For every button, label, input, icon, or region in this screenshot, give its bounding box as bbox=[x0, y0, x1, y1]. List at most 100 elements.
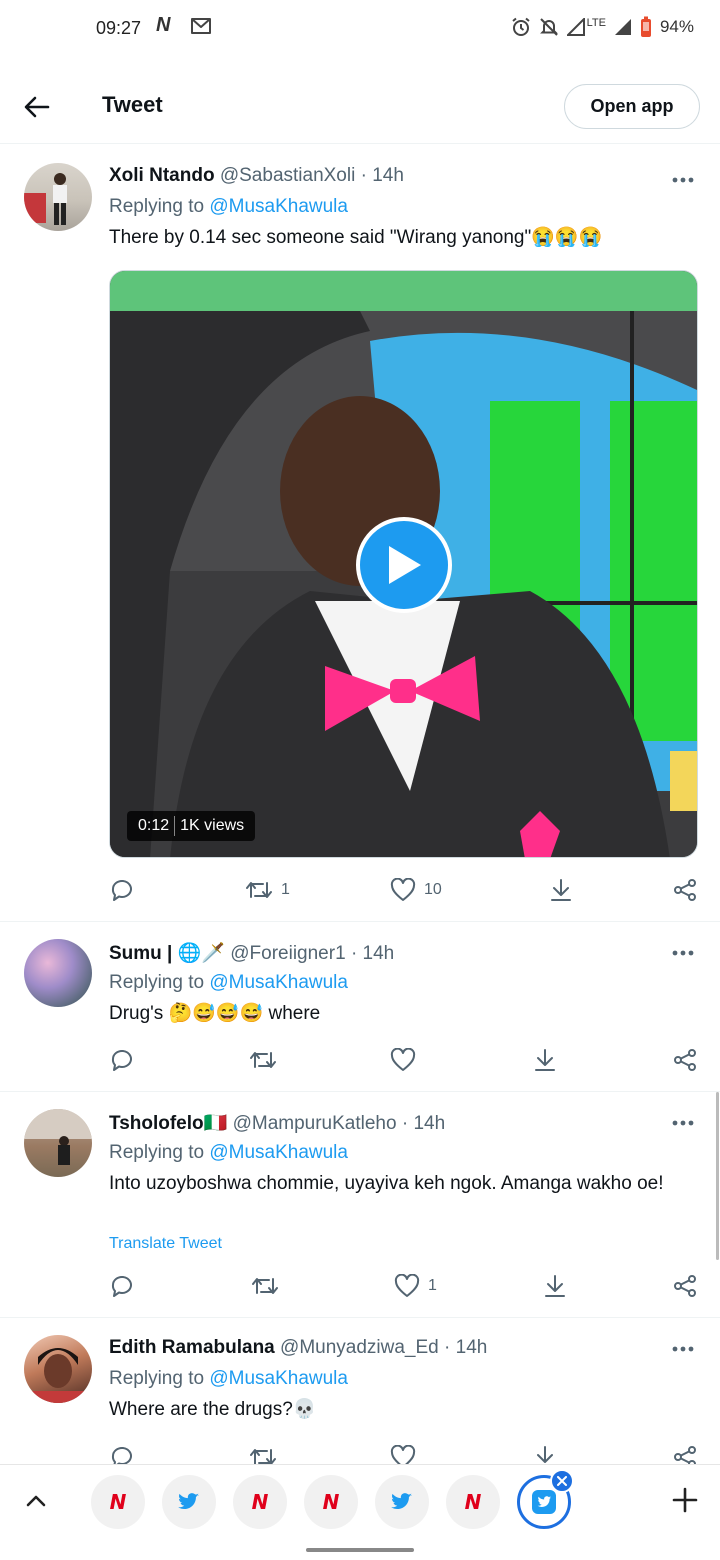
replying-to: Replying to @MusaKhawula bbox=[109, 972, 348, 994]
status-time: 09:27 bbox=[96, 18, 142, 38]
avatar-image bbox=[24, 1348, 92, 1403]
share-button[interactable] bbox=[673, 1045, 697, 1075]
author-name[interactable]: Tsholofelo🇮🇹 bbox=[109, 1113, 227, 1134]
tweet-reply[interactable]: Edith Ramabulana @Munyadziwa_Ed · 14h Re… bbox=[0, 1318, 720, 1464]
tweet-reply[interactable]: Sumu | 🌐🗡️ @Foreiigner1 · 14h Replying t… bbox=[0, 922, 720, 1092]
replying-to: Replying to @MusaKhawula bbox=[109, 1142, 348, 1164]
retweet-button[interactable] bbox=[249, 1045, 277, 1075]
play-icon bbox=[389, 546, 421, 584]
like-button[interactable] bbox=[390, 1045, 416, 1075]
avatar-image bbox=[24, 1109, 92, 1165]
retweet-icon bbox=[246, 882, 272, 898]
mention-link[interactable]: @MusaKhawula bbox=[209, 1142, 348, 1163]
share-download-button[interactable] bbox=[543, 1271, 567, 1301]
back-button[interactable] bbox=[20, 90, 54, 124]
heart-icon bbox=[390, 1445, 416, 1464]
retweet-icon bbox=[250, 1449, 276, 1464]
author-handle[interactable]: @Foreiigner1 bbox=[230, 943, 345, 964]
like-button[interactable]: 1 bbox=[394, 1271, 437, 1301]
gesture-bar[interactable] bbox=[306, 1548, 414, 1552]
share-download-button[interactable] bbox=[533, 1045, 557, 1075]
new-tab-plus-icon[interactable] bbox=[670, 1485, 700, 1515]
replying-to: Replying to @MusaKhawula bbox=[109, 1368, 348, 1390]
replying-label: Replying to bbox=[109, 972, 205, 993]
tab-twitter[interactable] bbox=[375, 1475, 429, 1529]
reply-button[interactable] bbox=[109, 1271, 135, 1301]
translate-tweet-link[interactable]: Translate Tweet bbox=[109, 1235, 222, 1253]
avatar-image bbox=[24, 173, 67, 225]
tweet-time[interactable]: 14h bbox=[363, 943, 395, 964]
share-button[interactable] bbox=[673, 1271, 697, 1301]
retweet-button[interactable] bbox=[249, 1442, 277, 1464]
status-bar: 09:27 N LTE 94% bbox=[0, 0, 720, 60]
replying-label: Replying to bbox=[109, 1368, 205, 1389]
mention-link[interactable]: @MusaKhawula bbox=[209, 1368, 348, 1389]
signal-icon bbox=[566, 18, 585, 36]
video-duration: 0:12 bbox=[138, 817, 170, 834]
share-download-button[interactable] bbox=[549, 875, 573, 905]
more-icon[interactable] bbox=[670, 1116, 696, 1130]
tweet-reply[interactable]: Tsholofelo🇮🇹 @MampuruKatleho · 14h Reply… bbox=[0, 1092, 720, 1318]
tab-ntv[interactable]: N bbox=[233, 1475, 287, 1529]
avatar[interactable] bbox=[24, 939, 92, 1007]
tweet-time[interactable]: 14h bbox=[413, 1113, 445, 1134]
tab-ntv[interactable]: N bbox=[304, 1475, 358, 1529]
download-icon bbox=[551, 879, 571, 901]
more-icon[interactable] bbox=[670, 946, 696, 960]
avatar[interactable] bbox=[24, 1335, 92, 1403]
author-handle[interactable]: @MampuruKatleho bbox=[233, 1113, 397, 1134]
tweet-text: Where are the drugs?💀 bbox=[109, 1399, 317, 1420]
download-icon bbox=[545, 1275, 565, 1297]
reply-icon bbox=[111, 1446, 132, 1464]
author-handle[interactable]: @SabastianXoli bbox=[220, 165, 355, 186]
avatar[interactable] bbox=[24, 163, 92, 231]
like-button[interactable]: 10 bbox=[390, 875, 442, 905]
share-button[interactable] bbox=[673, 1442, 697, 1464]
tweet-meta: Sumu | 🌐🗡️ @Foreiigner1 · 14h bbox=[109, 941, 394, 965]
twitter-app-icon bbox=[532, 1490, 556, 1514]
mention-link[interactable]: @MusaKhawula bbox=[209, 196, 348, 217]
tab-ntv[interactable]: N bbox=[91, 1475, 145, 1529]
tab-ntv[interactable]: N bbox=[446, 1475, 500, 1529]
video-player[interactable]: 0:12 1K views bbox=[109, 270, 698, 858]
meta-dot: · bbox=[350, 943, 358, 964]
tweet-time[interactable]: 14h bbox=[372, 165, 404, 186]
signal-icon-2 bbox=[614, 19, 631, 35]
more-icon[interactable] bbox=[670, 1342, 696, 1356]
open-app-button[interactable]: Open app bbox=[564, 84, 700, 129]
tab-twitter[interactable] bbox=[162, 1475, 216, 1529]
heart-icon bbox=[390, 1048, 416, 1071]
reply-icon bbox=[111, 879, 132, 901]
chevron-up-icon[interactable] bbox=[22, 1487, 50, 1515]
share-button[interactable] bbox=[673, 875, 697, 905]
reply-icon bbox=[111, 1275, 132, 1297]
play-button[interactable] bbox=[356, 517, 452, 613]
arrow-left-icon bbox=[24, 96, 50, 118]
retweet-button[interactable]: 1 bbox=[245, 875, 290, 905]
status-icons: LTE 94% bbox=[511, 16, 694, 38]
like-button[interactable] bbox=[390, 1442, 416, 1464]
share-icon bbox=[674, 1446, 696, 1464]
author-name[interactable]: Sumu | 🌐🗡️ bbox=[109, 943, 225, 964]
twitter-bird-icon bbox=[178, 1493, 199, 1510]
avatar[interactable] bbox=[24, 1109, 92, 1177]
tweet-reply[interactable]: Xoli Ntando @SabastianXoli · 14h Replyin… bbox=[0, 145, 720, 922]
mention-link[interactable]: @MusaKhawula bbox=[209, 972, 348, 993]
reply-button[interactable] bbox=[109, 1442, 135, 1464]
scrollbar-thumb[interactable] bbox=[716, 1092, 719, 1260]
reply-button[interactable] bbox=[109, 1045, 135, 1075]
retweet-button[interactable] bbox=[251, 1271, 279, 1301]
close-tab-button[interactable] bbox=[550, 1469, 574, 1493]
share-download-button[interactable] bbox=[533, 1442, 557, 1464]
meta-dot: · bbox=[444, 1337, 451, 1358]
author-name[interactable]: Xoli Ntando bbox=[109, 165, 215, 186]
author-handle[interactable]: @Munyadziwa_Ed bbox=[280, 1337, 439, 1358]
reply-button[interactable] bbox=[109, 875, 135, 905]
page-title: Tweet bbox=[102, 92, 163, 117]
more-icon[interactable] bbox=[670, 173, 696, 187]
tweet-time[interactable]: 14h bbox=[456, 1337, 488, 1358]
tweet-header: Tweet Open app bbox=[0, 70, 720, 144]
author-name[interactable]: Edith Ramabulana bbox=[109, 1337, 275, 1358]
ntv-notification-icon: N bbox=[156, 14, 171, 36]
ntv-logo-icon: N bbox=[464, 1490, 482, 1514]
